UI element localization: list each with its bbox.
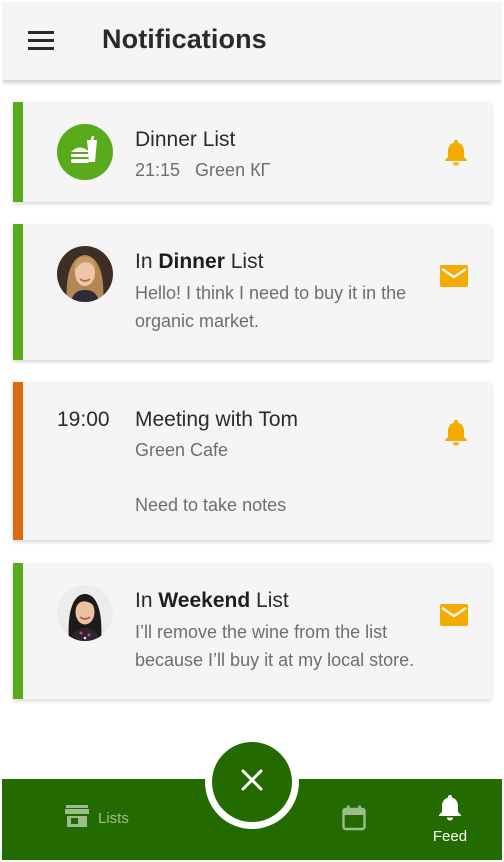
page-title: Notifications — [102, 24, 267, 54]
nav-feed-label: Feed — [432, 828, 468, 845]
fab-container — [205, 735, 299, 829]
calendar-icon[interactable] — [342, 805, 366, 836]
notification-card-dinner-reminder[interactable]: Dinner List 21:15 Green КГ — [13, 102, 491, 202]
mail-icon[interactable] — [439, 264, 469, 293]
title-list-name: Dinner — [158, 250, 225, 273]
avatar — [57, 585, 113, 641]
message-body: I’ll remove the wine from the list becau… — [135, 622, 415, 670]
bell-icon[interactable] — [443, 418, 469, 451]
app-header: Notifications — [2, 2, 502, 80]
nav-lists[interactable]: Lists — [64, 803, 129, 833]
message-body: Hello! I think I need to buy it in the o… — [135, 283, 407, 331]
card-title: In Dinner List — [135, 250, 263, 274]
card-subtitle: 21:15 Green КГ — [135, 160, 271, 180]
event-note: Need to take notes — [135, 495, 287, 515]
event-time: 19:00 — [57, 408, 110, 431]
close-button[interactable] — [212, 742, 292, 822]
title-prefix: In — [135, 589, 153, 612]
card-title: In Weekend List — [135, 589, 289, 613]
store-icon — [64, 804, 90, 833]
title-suffix: List — [256, 589, 289, 612]
close-icon — [240, 768, 264, 797]
title-list-name: Weekend — [158, 589, 251, 612]
bell-icon — [437, 795, 463, 825]
mail-icon[interactable] — [439, 603, 469, 632]
notification-card-weekend-message[interactable]: In Weekend List I’ll remove the wine fro… — [13, 563, 491, 699]
notification-card-dinner-message[interactable]: In Dinner List Hello! I think I need to … — [13, 224, 491, 360]
event-location: Green Cafe — [135, 440, 229, 460]
title-suffix: List — [230, 250, 264, 273]
nav-feed[interactable]: Feed — [427, 793, 473, 853]
card-title: Dinner List — [135, 128, 236, 151]
avatar — [57, 246, 113, 302]
title-prefix: In — [135, 250, 153, 273]
food-icon — [57, 124, 113, 180]
hamburger-menu-icon[interactable] — [26, 28, 56, 52]
app-screen: Notifications Dinner List 21:15 Green КГ — [2, 2, 502, 860]
card-title: Meeting with Tom — [135, 408, 299, 431]
notification-card-meeting[interactable]: 19:00 Meeting with Tom Green Cafe Need t… — [13, 382, 491, 540]
bell-icon[interactable] — [443, 138, 469, 171]
nav-lists-label: Lists — [98, 809, 129, 827]
